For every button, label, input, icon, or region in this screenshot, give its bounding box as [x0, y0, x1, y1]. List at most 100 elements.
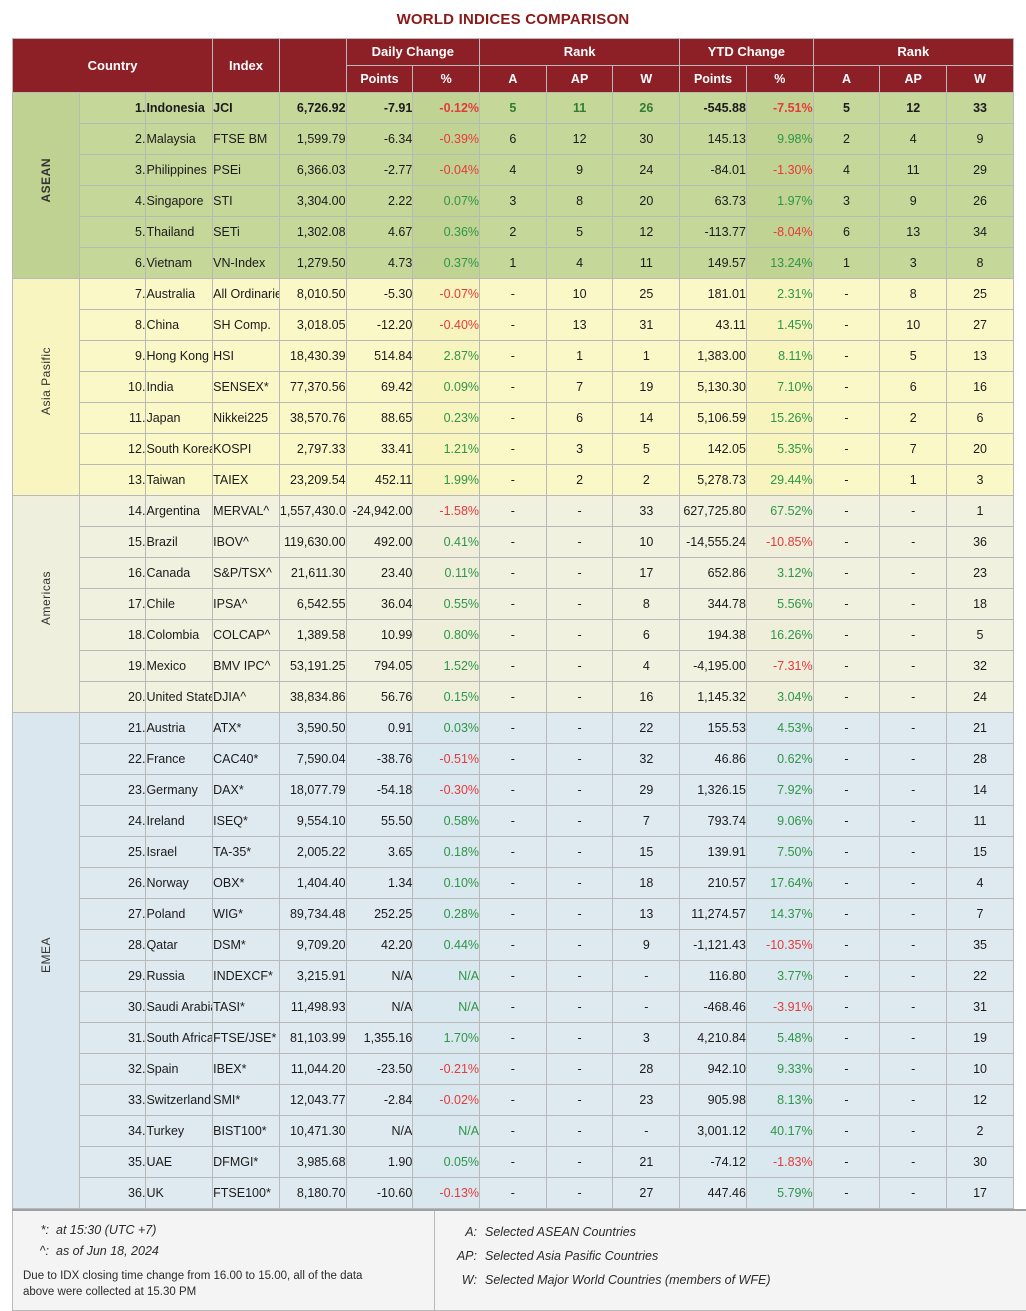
daily-change-points: 23.40 [346, 558, 413, 589]
daily-rank-ap: 4 [546, 248, 613, 279]
ytd-rank-a: - [813, 1023, 880, 1054]
ytd-rank-ap: 8 [880, 279, 947, 310]
section-label-text: Americas [33, 571, 59, 625]
daily-rank-a: - [480, 1178, 547, 1209]
ytd-change-points: 149.57 [680, 248, 747, 279]
ytd-rank-a: - [813, 279, 880, 310]
daily-change-pct: N/A [413, 1116, 480, 1147]
daily-rank-ap: - [546, 744, 613, 775]
daily-rank-w: 30 [613, 124, 680, 155]
index-name: STI [213, 186, 280, 217]
ytd-change-pct: 7.92% [746, 775, 813, 806]
index-value: 77,370.56 [279, 372, 346, 403]
ytd-change-pct: -7.51% [746, 93, 813, 124]
index-value: 2,005.22 [279, 837, 346, 868]
legend-item: A:Selected ASEAN Countries [445, 1220, 1026, 1244]
table-row: 11.JapanNikkei22538,570.7688.650.23%-614… [13, 403, 1014, 434]
ytd-change-points: 155.53 [680, 713, 747, 744]
daily-rank-ap: - [546, 899, 613, 930]
daily-rank-ap: 3 [546, 434, 613, 465]
table-row: 18.ColombiaCOLCAP^1,389.5810.990.80%--61… [13, 620, 1014, 651]
daily-change-points: -38.76 [346, 744, 413, 775]
daily-rank-a: - [480, 651, 547, 682]
ytd-change-pct: -10.85% [746, 527, 813, 558]
row-number: 32. [79, 1054, 146, 1085]
header-country: Country [13, 39, 213, 93]
ytd-change-points: 627,725.80 [680, 496, 747, 527]
daily-rank-ap: 1 [546, 341, 613, 372]
table-row: 27.PolandWIG*89,734.48252.250.28%--1311,… [13, 899, 1014, 930]
header-value [279, 39, 346, 93]
daily-rank-w: 20 [613, 186, 680, 217]
row-number: 30. [79, 992, 146, 1023]
table-row: 35.UAEDFMGI*3,985.681.900.05%--21-74.12-… [13, 1147, 1014, 1178]
daily-rank-a: - [480, 930, 547, 961]
daily-change-pct: N/A [413, 992, 480, 1023]
footer-right-cell: A:Selected ASEAN CountriesAP:Selected As… [435, 1210, 1026, 1311]
row-number: 33. [79, 1085, 146, 1116]
table-row: 2.MalaysiaFTSE BM1,599.79-6.34-0.39%6123… [13, 124, 1014, 155]
index-name: INDEXCF* [213, 961, 280, 992]
ytd-change-points: -113.77 [680, 217, 747, 248]
daily-rank-w: 31 [613, 310, 680, 341]
daily-rank-w: 3 [613, 1023, 680, 1054]
index-value: 10,471.30 [279, 1116, 346, 1147]
daily-rank-w: 25 [613, 279, 680, 310]
daily-rank-a: - [480, 961, 547, 992]
daily-change-points: -2.77 [346, 155, 413, 186]
country-name: UK [146, 1178, 213, 1209]
ytd-change-points: 194.38 [680, 620, 747, 651]
country-name: Malaysia [146, 124, 213, 155]
header-daily-change: Daily Change [346, 39, 479, 66]
ytd-change-pct: 15.26% [746, 403, 813, 434]
row-number: 19. [79, 651, 146, 682]
footer-legend: *:at 15:30 (UTC +7)^:as of Jun 18, 2024 … [12, 1209, 1026, 1311]
ytd-rank-a: - [813, 713, 880, 744]
legend-item: AP:Selected Asia Pasific Countries [445, 1244, 1026, 1268]
ytd-rank-w: 5 [947, 620, 1014, 651]
ytd-rank-a: 3 [813, 186, 880, 217]
index-value: 9,554.10 [279, 806, 346, 837]
daily-change-pct: 0.37% [413, 248, 480, 279]
country-name: Australia [146, 279, 213, 310]
index-name: HSI [213, 341, 280, 372]
row-number: 8. [79, 310, 146, 341]
table-row: 3.PhilippinesPSEi6,366.03-2.77-0.04%4924… [13, 155, 1014, 186]
index-name: ATX* [213, 713, 280, 744]
ytd-rank-ap: - [880, 1085, 947, 1116]
daily-rank-ap: 11 [546, 93, 613, 124]
daily-rank-ap: 5 [546, 217, 613, 248]
ytd-rank-ap: - [880, 899, 947, 930]
daily-rank-w: 6 [613, 620, 680, 651]
row-number: 6. [79, 248, 146, 279]
row-number: 4. [79, 186, 146, 217]
ytd-rank-ap: 10 [880, 310, 947, 341]
ytd-rank-ap: 13 [880, 217, 947, 248]
header-ytd-points: Points [680, 66, 747, 93]
index-name: WIG* [213, 899, 280, 930]
ytd-change-pct: -3.91% [746, 992, 813, 1023]
legend-text: Selected Asia Pasific Countries [485, 1249, 658, 1263]
header-daily-rank-a: A [480, 66, 547, 93]
index-name: SMI* [213, 1085, 280, 1116]
ytd-change-points: -468.46 [680, 992, 747, 1023]
daily-rank-a: - [480, 496, 547, 527]
daily-rank-w: 14 [613, 403, 680, 434]
daily-rank-a: 5 [480, 93, 547, 124]
ytd-rank-a: - [813, 465, 880, 496]
daily-rank-w: 4 [613, 651, 680, 682]
indices-table: Country Index Daily Change Rank YTD Chan… [12, 38, 1014, 1209]
ytd-rank-w: 17 [947, 1178, 1014, 1209]
daily-change-pct: 2.87% [413, 341, 480, 372]
row-number: 31. [79, 1023, 146, 1054]
ytd-change-pct: 16.26% [746, 620, 813, 651]
index-value: 11,498.93 [279, 992, 346, 1023]
country-name: Russia [146, 961, 213, 992]
ytd-change-pct: -8.04% [746, 217, 813, 248]
daily-change-points: -12.20 [346, 310, 413, 341]
index-value: 1,302.08 [279, 217, 346, 248]
ytd-rank-w: 8 [947, 248, 1014, 279]
daily-change-points: -10.60 [346, 1178, 413, 1209]
table-row: 20.United StatesDJIA^38,834.8656.760.15%… [13, 682, 1014, 713]
header-ytd-rank-a: A [813, 66, 880, 93]
